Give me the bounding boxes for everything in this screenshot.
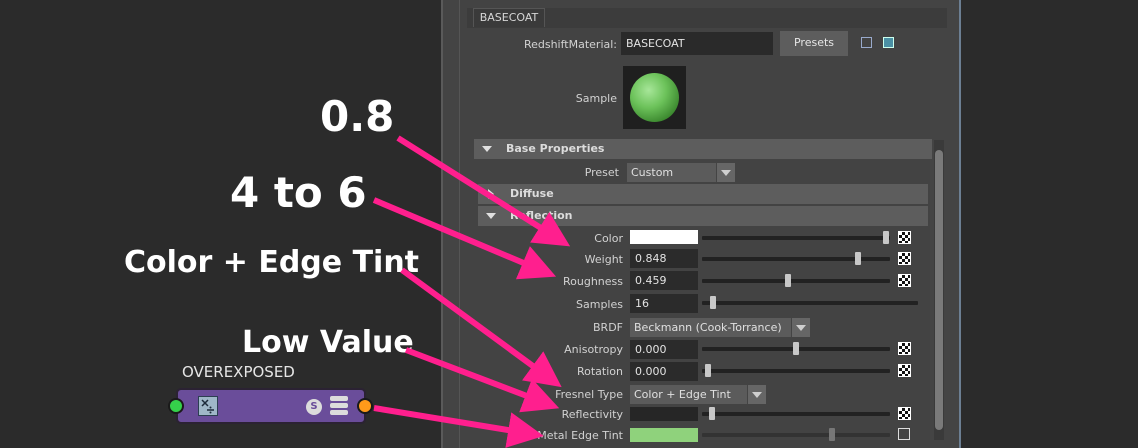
math-divide-icon [198,396,218,416]
arrow-to-metal-edge-tint [373,405,544,448]
shader-s-icon[interactable]: S [306,399,322,415]
node-title: OVEREXPOSED [182,363,295,381]
arrow-to-weight [396,135,571,247]
node-output-port[interactable] [357,398,373,414]
node-menu-icon[interactable] [330,396,348,416]
material-node[interactable]: S [176,388,366,424]
node-input-port[interactable] [168,398,184,414]
arrow-to-roughness [372,197,557,280]
arrow-to-fresnel-type [400,267,562,388]
annotation-arrows [372,135,571,448]
